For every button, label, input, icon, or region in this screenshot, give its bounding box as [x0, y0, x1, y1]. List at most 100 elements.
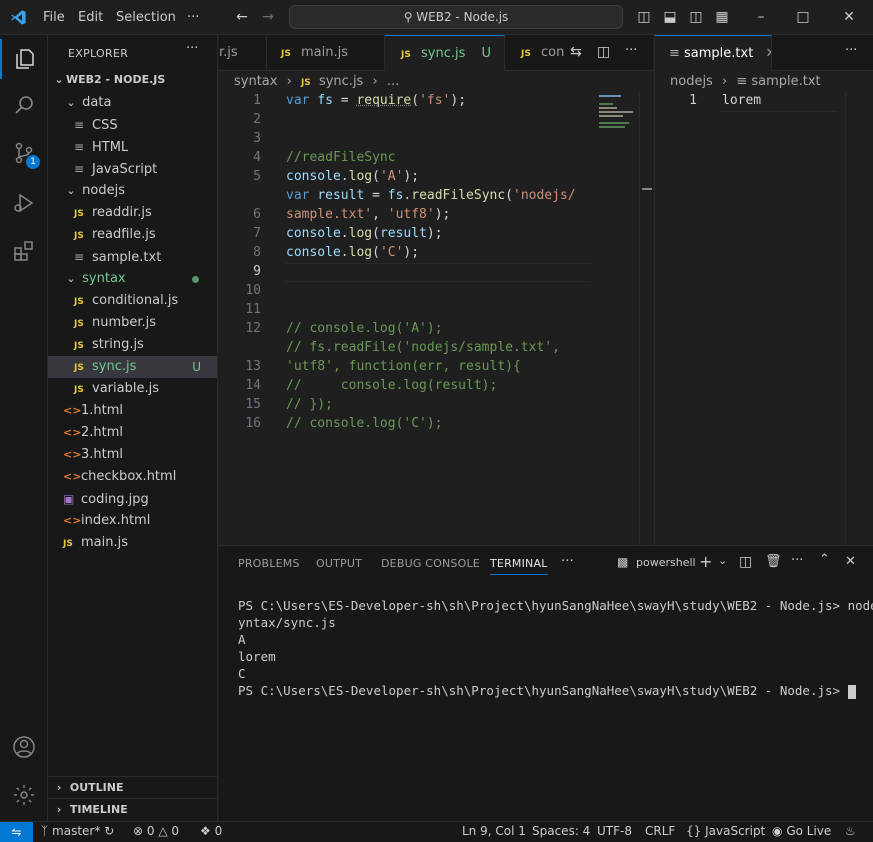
tab-sync-js[interactable]: JSsync.js U ✕ [385, 35, 505, 71]
tree-item-readdir[interactable]: JS readdir.js [48, 202, 217, 224]
tree-item-string[interactable]: JS string.js [48, 334, 217, 356]
tree-item-sync[interactable]: JS sync.js U [48, 356, 217, 378]
language-mode[interactable]: {} JavaScript [686, 824, 765, 838]
chevron-up-icon[interactable]: ⌃ [819, 552, 830, 567]
line-number: 5 [219, 169, 261, 184]
tree-item-checkbox-html[interactable]: <>checkbox.html [48, 466, 217, 488]
tree-item-3-html[interactable]: <>3.html [48, 444, 217, 466]
chevron-right-icon: › [52, 777, 66, 799]
line-number: 3 [219, 131, 261, 146]
trash-icon[interactable]: 🗑 [765, 554, 782, 569]
notifications-bell-icon[interactable]: ♨ [845, 824, 856, 838]
run-debug-icon[interactable] [0, 183, 48, 223]
tab-console[interactable]: JS conc [505, 35, 565, 71]
tree-item-readfile[interactable]: JS readfile.js [48, 224, 217, 246]
cursor-position[interactable]: Ln 9, Col 1 [462, 824, 526, 838]
toggle-sidebar-icon[interactable]: ◫ [635, 8, 653, 26]
new-terminal-icon[interactable]: + [699, 552, 712, 571]
tree-label: 3.html [81, 447, 123, 462]
tab-problems[interactable]: PROBLEMS [238, 557, 300, 570]
menu-edit[interactable]: Edit [78, 10, 103, 25]
back-arrow-icon[interactable]: ← [233, 8, 251, 26]
code-editor[interactable]: 1 2 3 4 5 6 7 8 9 10 11 12 13 14 15 16 var fs = require… [219, 93, 653, 545]
menu-more[interactable]: ··· [187, 10, 199, 25]
forward-arrow-icon[interactable]: → [259, 8, 277, 26]
modified-dot-icon [192, 276, 199, 283]
workspace-root[interactable]: ⌄ WEB2 - NODE.JS [48, 69, 217, 91]
source-control-icon[interactable]: 1 [0, 133, 48, 173]
split-editor-icon[interactable]: ◫ [597, 44, 610, 60]
account-icon[interactable] [0, 727, 48, 767]
html-file-icon: <> [63, 466, 81, 488]
search-icon[interactable] [0, 85, 48, 125]
tree-item-variable[interactable]: JS variable.js [48, 378, 217, 400]
breadcrumb-folder[interactable]: nodejs [670, 74, 713, 89]
tree-item-1-html[interactable]: <>1.html [48, 400, 217, 422]
tree-folder-syntax[interactable]: ⌄ syntax [48, 268, 217, 290]
minimap[interactable] [599, 95, 639, 131]
indentation[interactable]: Spaces: 4 [532, 824, 590, 838]
encoding[interactable]: UTF-8 [597, 824, 632, 838]
text-editor-secondary[interactable]: 1 lorem [654, 93, 873, 545]
more-actions-icon[interactable]: ··· [845, 43, 857, 58]
timeline-section[interactable]: › TIMELINE [48, 798, 217, 820]
tree-item-main-js[interactable]: JS main.js [48, 532, 217, 554]
more-actions-icon[interactable]: ··· [791, 553, 803, 568]
tree-item-css[interactable]: ≡ CSS [48, 114, 217, 136]
tree-item-conditional[interactable]: JS conditional.js [48, 290, 217, 312]
editor-scrollbar[interactable] [639, 93, 653, 545]
tab-terminal[interactable]: TERMINAL [490, 557, 548, 575]
close-panel-icon[interactable]: ✕ [845, 554, 856, 569]
menu-selection[interactable]: Selection [116, 10, 176, 25]
tree-item-2-html[interactable]: <>2.html [48, 422, 217, 444]
terminal-prompt-line[interactable]: PS C:\Users\ES-Developer-sh\sh\Project\h… [238, 683, 856, 699]
outline-section[interactable]: › OUTLINE [48, 776, 217, 798]
toggle-panel-icon[interactable]: ⬓ [661, 8, 679, 26]
tree-item-number[interactable]: JS number.js [48, 312, 217, 334]
problems-count[interactable]: ⊗ 0 △ 0 [133, 824, 179, 838]
tab-sample-txt[interactable]: ≡ sample.txt ✕ [655, 35, 772, 71]
tree-item-coding-jpg[interactable]: ▣ coding.jpg [48, 488, 217, 510]
customize-layout-icon[interactable]: ▦ [713, 8, 731, 26]
extensions-icon[interactable] [0, 231, 48, 271]
git-branch[interactable]: ᛉ master* ↻ [41, 824, 114, 838]
explorer-icon[interactable] [0, 39, 48, 79]
tree-item-javascript[interactable]: ≡ JavaScript [48, 158, 217, 180]
html-file-icon: <> [63, 444, 81, 466]
toggle-secondary-sidebar-icon[interactable]: ◫ [687, 8, 705, 26]
tree-folder-nodejs[interactable]: ⌄ nodejs [48, 180, 217, 202]
more-actions-icon[interactable]: ··· [625, 43, 637, 58]
tree-item-html[interactable]: ≡ HTML [48, 136, 217, 158]
close-window-icon[interactable]: ✕ [840, 8, 858, 26]
remote-indicator-icon[interactable]: ⇋ [0, 822, 33, 842]
breadcrumb-folder[interactable]: syntax [234, 74, 277, 89]
tree-folder-data[interactable]: ⌄ data [48, 92, 217, 114]
breadcrumb-file[interactable]: sample.txt [751, 74, 820, 89]
tab-debug-console[interactable]: DEBUG CONSOLE [381, 557, 480, 570]
panel-more-icon[interactable]: ··· [561, 554, 574, 569]
command-center-search[interactable]: ⚲ WEB2 - Node.js [289, 5, 623, 29]
code-line: // console.log(result); [286, 378, 497, 393]
tab-partial[interactable]: r.js [219, 35, 267, 71]
tree-item-index-html[interactable]: <>index.html [48, 510, 217, 532]
ports-count[interactable]: ❖ 0 [200, 824, 222, 838]
chevron-down-icon[interactable]: ⌄ [718, 554, 727, 567]
tab-output[interactable]: OUTPUT [316, 557, 362, 570]
compare-changes-icon[interactable]: ⇆ [570, 44, 582, 60]
editor-scrollbar[interactable] [845, 93, 859, 545]
search-icon: ⚲ [404, 10, 417, 24]
breadcrumb-symbol[interactable]: ... [387, 74, 399, 89]
menu-file[interactable]: File [43, 10, 65, 25]
explorer-more-icon[interactable]: ··· [186, 41, 198, 56]
tree-item-sample-txt[interactable]: ≡ sample.txt [48, 246, 217, 268]
go-live-button[interactable]: ◉ Go Live [772, 824, 831, 838]
breadcrumb-file[interactable]: sync.js [319, 74, 363, 89]
line-ending[interactable]: CRLF [645, 824, 675, 838]
close-icon[interactable]: ✕ [765, 46, 772, 61]
split-terminal-icon[interactable]: ◫ [739, 554, 752, 570]
tab-main-js[interactable]: JS main.js [267, 35, 385, 71]
minimize-icon[interactable]: – [752, 8, 770, 26]
settings-gear-icon[interactable] [0, 775, 48, 815]
maximize-icon[interactable]: □ [794, 8, 812, 26]
shell-name[interactable]: powershell [636, 556, 696, 569]
